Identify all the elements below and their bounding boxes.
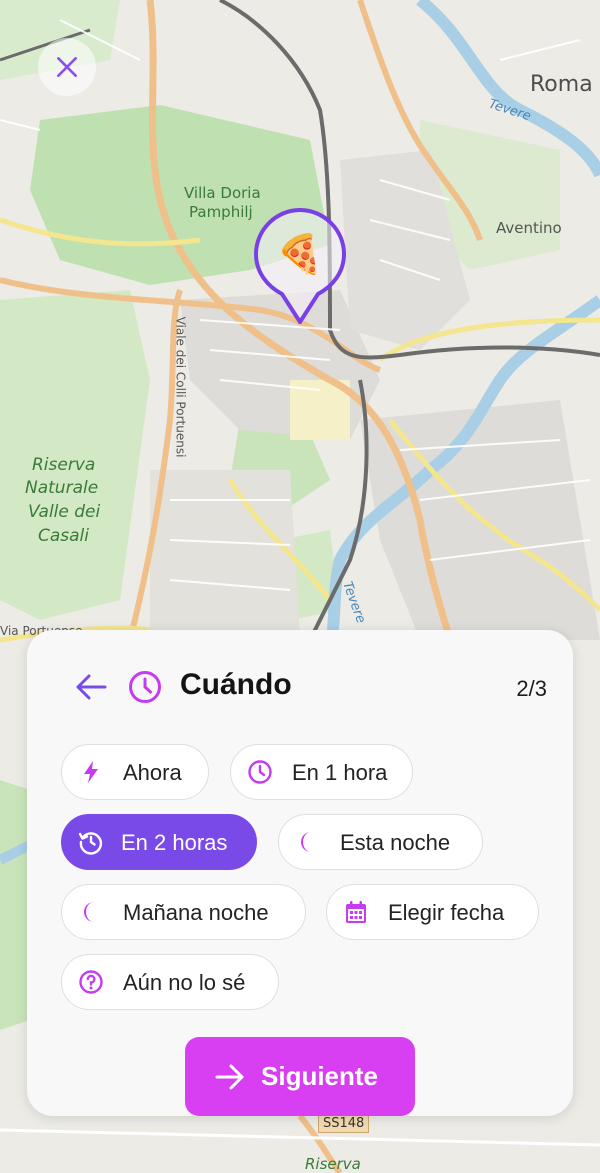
pizza-icon: 🍕	[276, 232, 324, 276]
map-label-roma: Roma	[530, 72, 593, 97]
bolt-icon	[77, 758, 105, 786]
moon-icon	[77, 898, 105, 926]
option-en-2-horas[interactable]: En 2 horas	[61, 814, 257, 870]
map-label-villa-doria-1: Villa Doria	[184, 184, 261, 202]
map-marker[interactable]: 🍕	[253, 207, 347, 326]
map-label-villa-doria-2: Pamphilj	[189, 203, 253, 221]
close-icon	[57, 57, 77, 77]
question-icon	[77, 968, 105, 996]
next-button-label: Siguiente	[261, 1061, 379, 1091]
map-label-riserva-4: Casali	[38, 526, 90, 546]
map-label-riserva-2: Naturale	[25, 478, 99, 498]
map-label-aventino: Aventino	[496, 219, 562, 237]
back-button[interactable]	[71, 670, 111, 704]
option-aun-no-lo-se[interactable]: Aún no lo sé	[61, 954, 279, 1010]
option-en-1-hora[interactable]: En 1 hora	[230, 744, 413, 800]
map-label-viale-coll: Viale dei Colli Portuensi	[173, 316, 188, 458]
arrow-right-icon	[215, 1064, 244, 1090]
option-esta-noche[interactable]: Esta noche	[278, 814, 483, 870]
map-label-riserva-1: Riserva	[32, 455, 96, 475]
close-button[interactable]	[38, 38, 96, 96]
option-label: Mañana noche	[123, 900, 269, 925]
moon-icon	[294, 828, 322, 856]
map-label-riserva-3: Valle dei	[28, 502, 101, 522]
option-label: Aún no lo sé	[123, 970, 246, 995]
option-manana-noche[interactable]: Mañana noche	[61, 884, 306, 940]
calendar-icon	[342, 898, 370, 926]
arrow-left-icon	[76, 674, 107, 700]
clock-icon	[246, 758, 274, 786]
clock-icon	[129, 671, 161, 703]
option-label: Ahora	[123, 760, 182, 785]
option-label: En 1 hora	[292, 760, 388, 785]
map-label-ss148: SS148	[318, 1114, 370, 1133]
map-label-riserva-bottom: Riserva	[305, 1155, 361, 1173]
option-label: En 2 horas	[121, 830, 228, 855]
option-label: Elegir fecha	[388, 900, 505, 925]
next-button[interactable]: Siguiente	[185, 1037, 415, 1116]
option-elegir-fecha[interactable]: Elegir fecha	[326, 884, 539, 940]
step-indicator: 2/3	[516, 676, 547, 701]
clock-rotate-icon	[77, 828, 105, 856]
option-ahora[interactable]: Ahora	[61, 744, 209, 800]
option-label: Esta noche	[340, 830, 451, 855]
when-panel: Cuándo 2/3 Ahora En 1 hora En 2 horas Es…	[27, 630, 573, 1116]
panel-title: Cuándo	[180, 668, 292, 701]
